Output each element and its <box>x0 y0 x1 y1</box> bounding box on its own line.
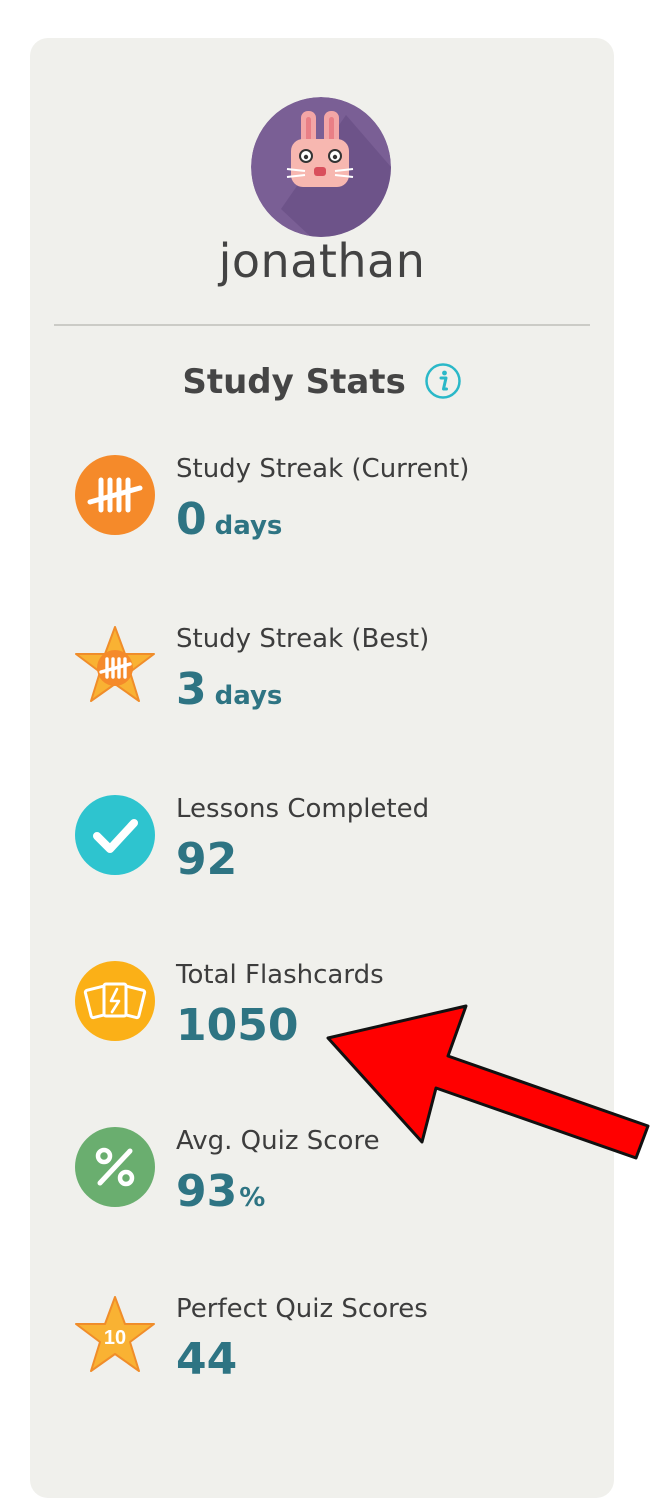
stat-label: Perfect Quiz Scores <box>176 1294 428 1324</box>
flashcards-icon <box>75 961 155 1041</box>
stat-value: 1050 <box>176 1000 298 1052</box>
study-stats-title: Study Stats <box>182 362 406 402</box>
stat-unit: days <box>214 511 283 541</box>
bunny-avatar-icon <box>251 97 391 237</box>
stat-number: 0 <box>176 494 207 545</box>
red-arrow-annotation <box>326 1004 650 1160</box>
checkmark-icon <box>75 795 155 875</box>
stat-lessons-completed: Lessons Completed 92 <box>74 794 594 924</box>
stat-label: Study Streak (Best) <box>176 624 430 654</box>
study-stats-heading: Study Stats <box>30 362 614 402</box>
tally-marks-icon <box>75 455 155 535</box>
profile-card: jonathan Study Stats Study Streak (Curre… <box>30 38 614 1498</box>
stat-study-streak-best: Study Streak (Best) 3 days <box>74 624 594 754</box>
stat-unit: days <box>214 681 283 711</box>
stat-number: 3 <box>176 664 207 715</box>
arrow-shape <box>326 1004 650 1160</box>
stat-value: 93% <box>176 1166 265 1224</box>
stat-label: Lessons Completed <box>176 794 430 824</box>
stat-value: 92 <box>176 834 237 886</box>
stat-unit: % <box>239 1183 266 1213</box>
divider <box>54 324 590 326</box>
percent-icon <box>75 1127 155 1207</box>
star-ten-icon: 10 <box>75 1296 155 1372</box>
stat-label: Total Flashcards <box>176 960 384 990</box>
stat-number: 93 <box>176 1166 238 1217</box>
stat-value: 44 <box>176 1334 237 1386</box>
star-tally-icon <box>75 626 155 702</box>
info-icon[interactable] <box>424 362 462 400</box>
stat-label: Study Streak (Current) <box>176 454 470 484</box>
stat-study-streak-current: Study Streak (Current) 0 days <box>74 454 594 584</box>
stat-number: 1050 <box>176 1000 299 1051</box>
stat-perfect-quiz-scores: 10 Perfect Quiz Scores 44 <box>74 1294 594 1424</box>
stat-number: 44 <box>176 1334 238 1385</box>
username: jonathan <box>218 234 426 288</box>
stat-value: 0 days <box>176 494 282 552</box>
stat-number: 92 <box>176 834 238 885</box>
star-badge-text: 10 <box>104 1327 126 1349</box>
stat-value: 3 days <box>176 664 282 722</box>
avatar[interactable] <box>251 97 391 237</box>
